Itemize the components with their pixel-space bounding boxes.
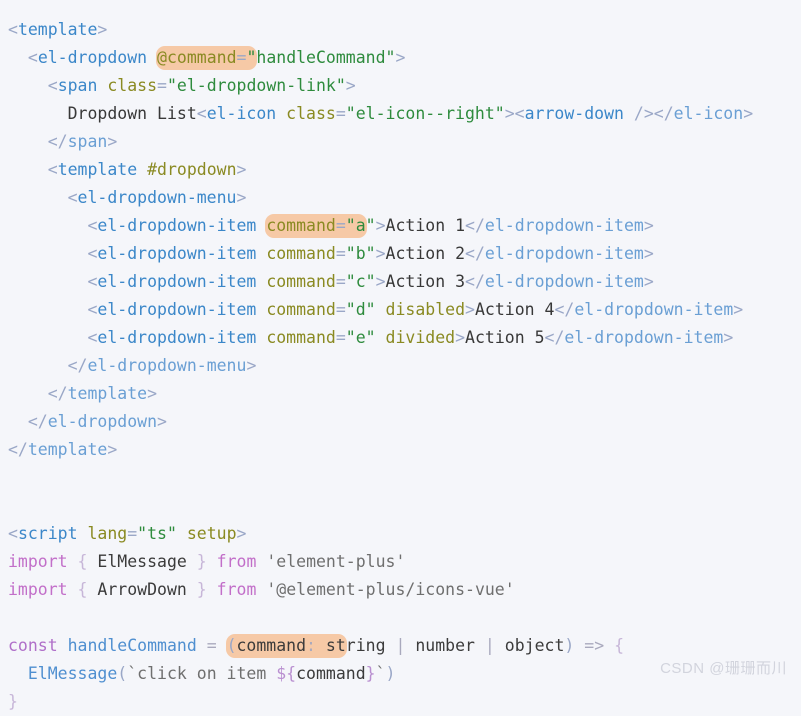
code-line: <script lang="ts" setup> bbox=[8, 524, 247, 543]
code-line: <el-dropdown-item command="d" disabled>A… bbox=[87, 300, 744, 319]
code-line: <template #dropdown> bbox=[47, 160, 247, 179]
code-line: </el-dropdown-menu> bbox=[67, 356, 257, 375]
code-line: </template> bbox=[47, 384, 158, 403]
code-line: <el-dropdown-menu> bbox=[67, 188, 247, 207]
code-line: <span class="el-dropdown-link"> bbox=[47, 76, 356, 95]
code-viewer: <template> <el-dropdown @command="handle… bbox=[0, 0, 801, 711]
csdn-watermark: CSDN @珊珊而川 bbox=[660, 660, 787, 677]
code-line: <el-dropdown @command="handleCommand"> bbox=[8, 44, 801, 72]
code-line: <el-dropdown-item command="a">Action 1</… bbox=[8, 212, 801, 240]
code-line: const handleCommand = (command: string |… bbox=[8, 632, 801, 660]
code-line: </span> bbox=[47, 132, 118, 151]
code-line: Dropdown List<el-icon class="el-icon--ri… bbox=[67, 104, 754, 123]
code-line: <el-dropdown-item command="e" divided>Ac… bbox=[87, 328, 734, 347]
code-line: } bbox=[8, 692, 18, 711]
code-line: <el-dropdown-item command="b">Action 2</… bbox=[87, 244, 654, 263]
code-line: import { ArrowDown } from '@element-plus… bbox=[8, 580, 515, 599]
code-line: <template> bbox=[8, 20, 108, 39]
code-line: <el-dropdown-item command="c">Action 3</… bbox=[87, 272, 654, 291]
code-line: </template> bbox=[8, 440, 118, 459]
code-line: import { ElMessage } from 'element-plus' bbox=[8, 552, 406, 571]
code-line: </el-dropdown> bbox=[27, 412, 167, 431]
